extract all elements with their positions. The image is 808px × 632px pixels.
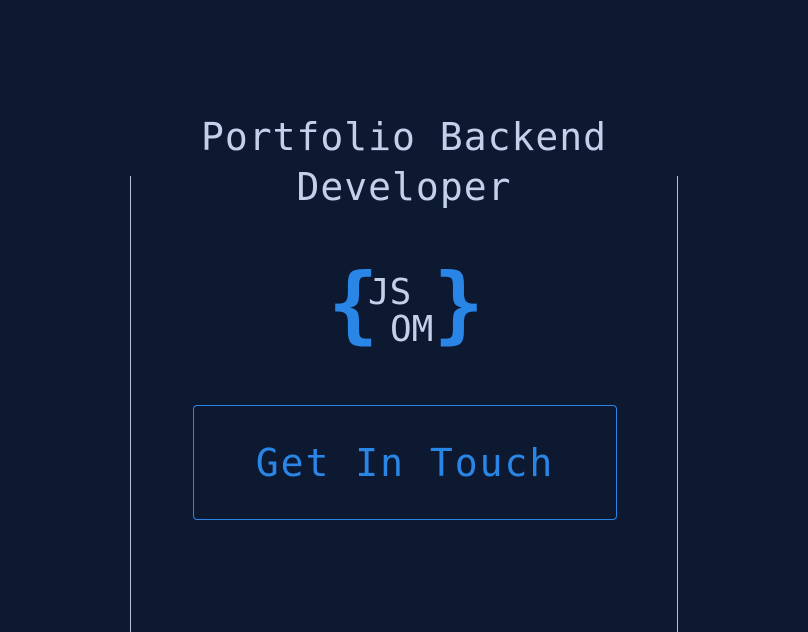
close-brace-icon: } bbox=[433, 255, 484, 353]
page: Portfolio Backend Developer { JS OM } Ge… bbox=[0, 0, 808, 632]
page-title: Portfolio Backend Developer bbox=[201, 115, 607, 209]
right-rail-line bbox=[677, 176, 678, 632]
json-logo: { JS OM } bbox=[328, 262, 484, 354]
get-in-touch-button[interactable]: Get In Touch bbox=[193, 405, 617, 520]
left-rail-line bbox=[130, 176, 131, 632]
logo-text-top: JS bbox=[368, 272, 412, 313]
logo-text-bottom: OM bbox=[390, 309, 434, 350]
